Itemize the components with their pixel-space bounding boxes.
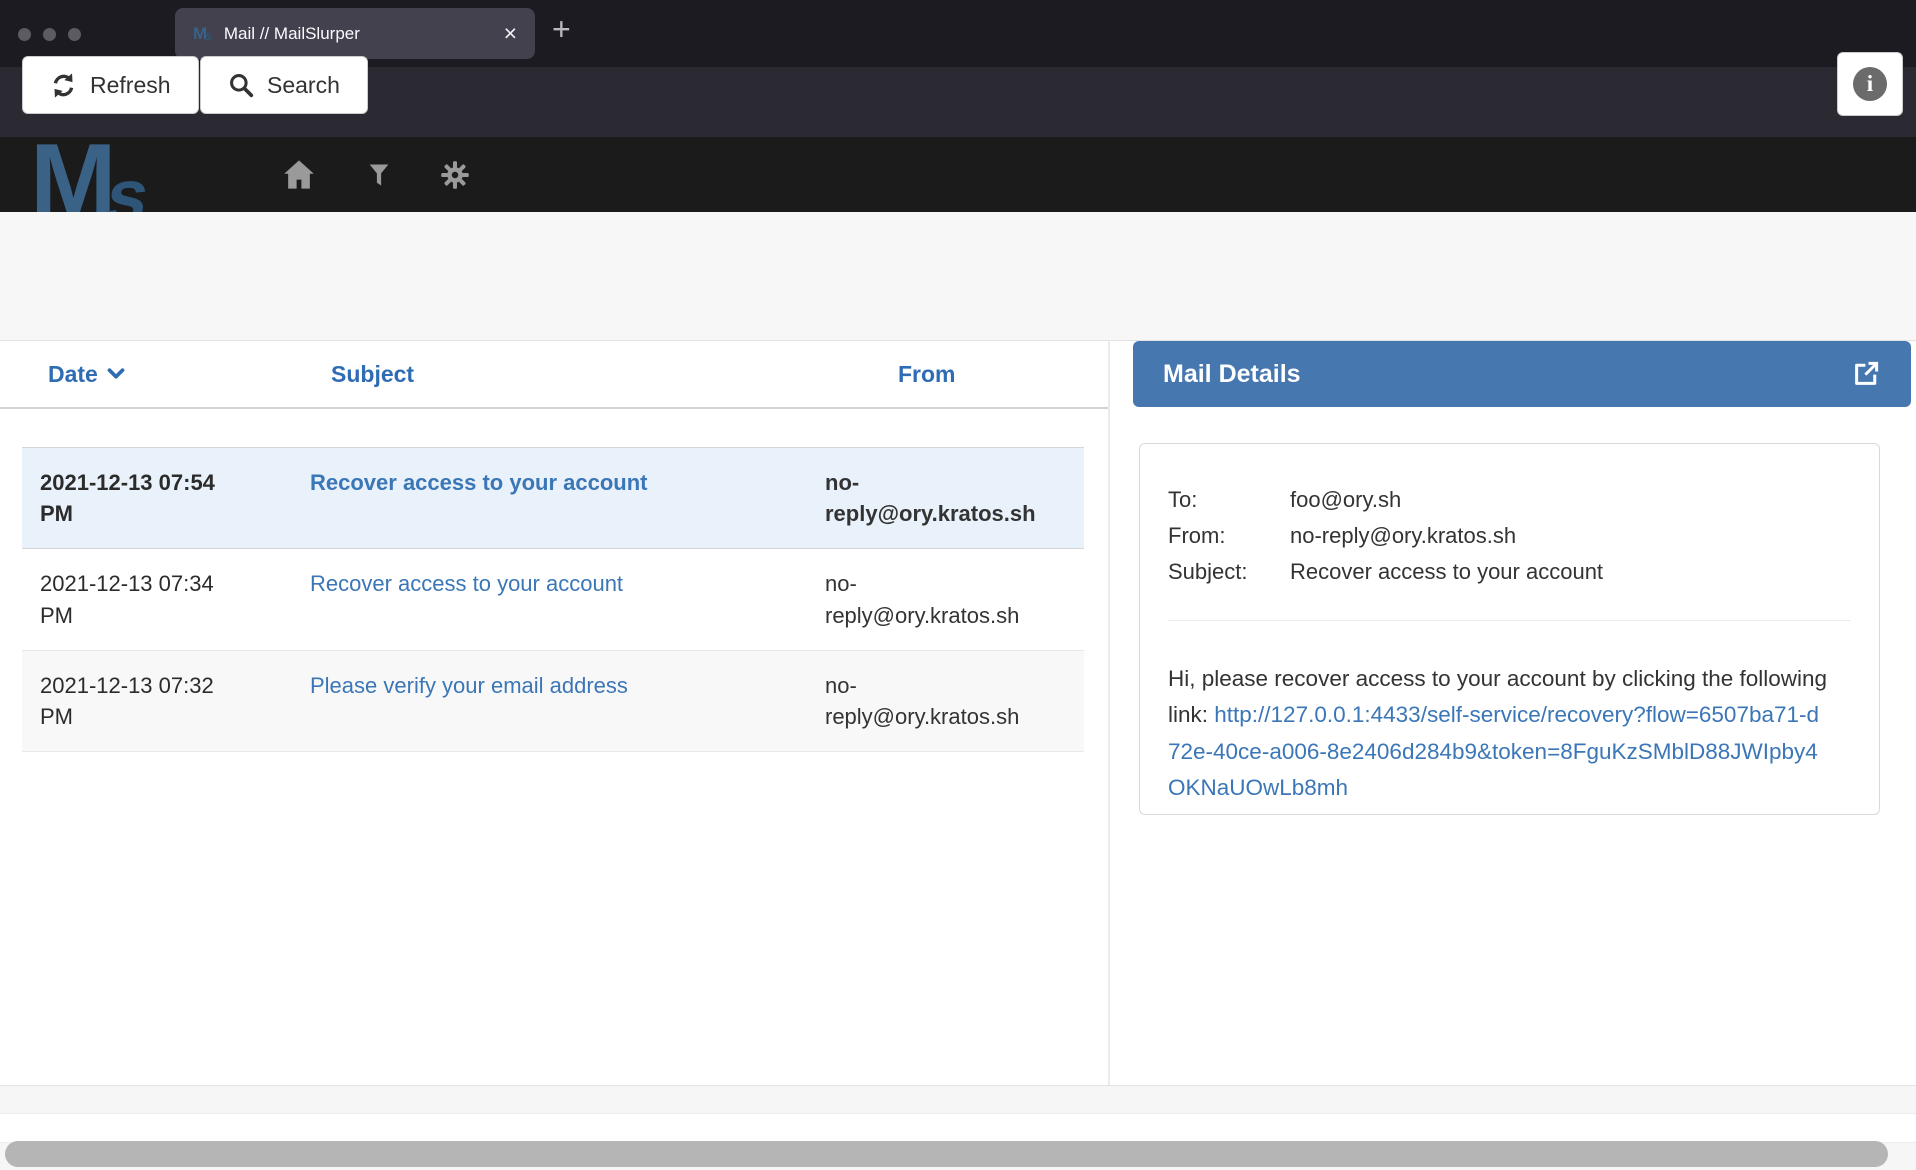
mail-date: 2021-12-13 07:34 PM	[40, 568, 225, 630]
search-button[interactable]: Search	[200, 56, 368, 114]
window-dot[interactable]	[68, 28, 81, 41]
mail-row[interactable]: 2021-12-13 07:34 PM Recover access to yo…	[22, 549, 1084, 650]
subject-value: Recover access to your account	[1290, 554, 1603, 590]
mail-list-header: Date Subject From	[0, 341, 1110, 409]
window-dot[interactable]	[43, 28, 56, 41]
from-value: no-reply@ory.kratos.sh	[1290, 518, 1516, 554]
details-separator	[1168, 620, 1851, 621]
recovery-link[interactable]: http://127.0.0.1:4433/self-service/recov…	[1168, 702, 1819, 800]
tab-title: Mail // MailSlurper	[224, 24, 360, 44]
mail-date: 2021-12-13 07:54 PM	[40, 467, 225, 529]
mailslurper-header: M s	[0, 137, 1916, 212]
new-tab-button[interactable]: +	[552, 11, 571, 48]
mail-subject-link[interactable]: Please verify your email address	[310, 673, 628, 698]
refresh-icon	[50, 72, 77, 99]
browser-tab[interactable]: M s Mail // MailSlurper ×	[175, 8, 535, 59]
sort-chevron-down-icon	[107, 368, 125, 380]
column-header-subject[interactable]: Subject	[331, 361, 761, 388]
info-icon: i	[1853, 67, 1887, 101]
mail-list: 2021-12-13 07:54 PM Recover access to yo…	[22, 447, 1084, 752]
mail-details-title: Mail Details	[1163, 360, 1301, 389]
search-label: Search	[267, 72, 340, 99]
mail-from: no-reply@ory.kratos.sh	[825, 467, 1040, 529]
column-header-from[interactable]: From	[846, 361, 1061, 388]
from-label: From:	[1168, 518, 1290, 554]
mailslurper-logo: M s	[30, 137, 148, 212]
column-header-date[interactable]: Date	[48, 361, 233, 388]
mail-row-selected[interactable]: 2021-12-13 07:54 PM Recover access to yo…	[22, 447, 1084, 549]
refresh-button[interactable]: Refresh	[22, 56, 199, 114]
mail-from: no-reply@ory.kratos.sh	[825, 568, 1040, 630]
mailslurper-favicon-icon: M s	[193, 25, 212, 42]
to-label: To:	[1168, 482, 1290, 518]
tab-close-icon[interactable]: ×	[504, 20, 517, 47]
mail-details-card: To: foo@ory.sh From: no-reply@ory.kratos…	[1139, 443, 1880, 815]
search-icon	[228, 72, 254, 98]
refresh-label: Refresh	[90, 72, 171, 99]
mail-details-header: Mail Details	[1133, 341, 1911, 407]
home-icon[interactable]	[282, 137, 316, 212]
panel-divider	[1108, 341, 1110, 1113]
mail-row[interactable]: 2021-12-13 07:32 PM Please verify your e…	[22, 651, 1084, 752]
horizontal-scrollbar-thumb[interactable]	[5, 1141, 1888, 1167]
subject-label: Subject:	[1168, 554, 1290, 590]
app-toolbar	[0, 212, 1916, 341]
mail-subject-link[interactable]: Recover access to your account	[310, 571, 623, 596]
window-dot[interactable]	[18, 28, 31, 41]
mail-date: 2021-12-13 07:32 PM	[40, 670, 225, 732]
to-value: foo@ory.sh	[1290, 482, 1401, 518]
mail-from: no-reply@ory.kratos.sh	[825, 670, 1040, 732]
info-button[interactable]: i	[1837, 52, 1903, 116]
filter-icon[interactable]	[365, 137, 393, 212]
gear-icon[interactable]	[440, 137, 470, 212]
mail-subject-link[interactable]: Recover access to your account	[310, 470, 647, 495]
horizontal-scrollbar-track[interactable]	[0, 1113, 1916, 1143]
browser-window: M s Mail // MailSlurper × + ← → ↻ 127.0.…	[0, 0, 1916, 1170]
mail-body: Hi, please recover access to your accoun…	[1168, 661, 1830, 807]
open-external-icon[interactable]	[1851, 359, 1881, 389]
window-control-dots[interactable]	[18, 28, 81, 41]
